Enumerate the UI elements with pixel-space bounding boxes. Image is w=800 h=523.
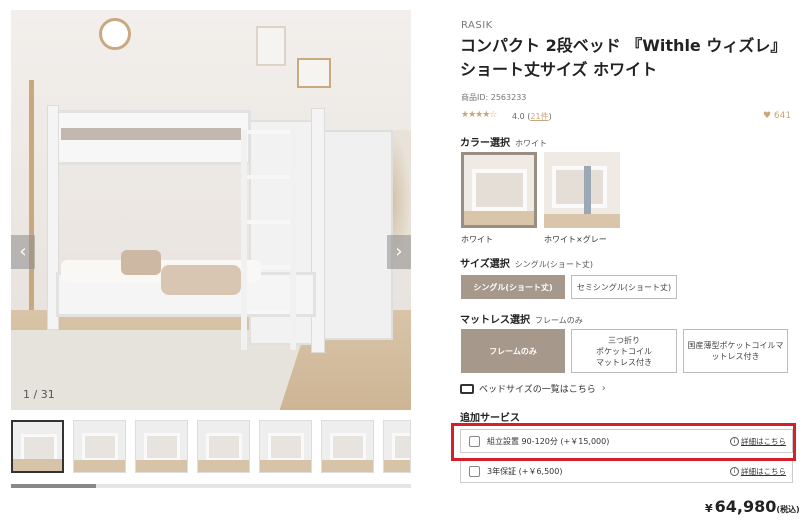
color-swatch-white-gray[interactable] bbox=[544, 152, 620, 228]
service-warranty-row[interactable]: 3年保証 (+￥6,500) i 詳細はこちら bbox=[460, 459, 793, 483]
color-section-label: カラー選択 ホワイト bbox=[460, 134, 547, 149]
mattress-option-domestic-thin[interactable]: 国産薄型ポケットコイルマ ットレス付き bbox=[683, 329, 788, 373]
size-selected: シングル(ショート丈) bbox=[514, 260, 593, 269]
size-option-single-short[interactable]: シングル(ショート丈) bbox=[461, 275, 565, 299]
mattress-section-label: マットレス選択 フレームのみ bbox=[460, 311, 583, 326]
color-option-label: ホワイト bbox=[461, 235, 493, 244]
service-detail-link[interactable]: i 詳細はこちら bbox=[730, 466, 786, 477]
rating-stars-icon: ★★★★☆ bbox=[461, 110, 497, 120]
color-selected: ホワイト bbox=[515, 139, 547, 148]
thumbnail[interactable] bbox=[135, 420, 188, 473]
thumbnail-scrollbar[interactable] bbox=[11, 484, 411, 488]
bed-icon bbox=[460, 383, 474, 394]
bunk-bed-blanket bbox=[161, 265, 241, 295]
product-gallery: ‹ › 1 / 31 bbox=[11, 10, 411, 490]
thumbnail[interactable] bbox=[259, 420, 312, 473]
thumbnail[interactable] bbox=[321, 420, 374, 473]
photo-coat-stand bbox=[29, 80, 34, 310]
price-amount: 64,980 bbox=[714, 497, 777, 516]
bed-size-list-link[interactable]: ベッドサイズの一覧はこちら › bbox=[460, 382, 606, 395]
service-checkbox[interactable] bbox=[469, 465, 480, 477]
rating-summary: 4.0 (21件) bbox=[512, 112, 552, 121]
price-currency: ¥ bbox=[705, 502, 713, 515]
product-price: ¥64,980(税込) bbox=[705, 497, 800, 516]
mattress-label: マットレス選択 bbox=[460, 315, 530, 326]
service-label: 3年保証 (+￥6,500) bbox=[487, 466, 563, 476]
services-label: 追加サービス bbox=[460, 413, 520, 424]
chevron-right-icon: › bbox=[601, 383, 606, 394]
photo-clock bbox=[99, 18, 131, 50]
size-option-semi-single-short[interactable]: セミシングル(ショート丈) bbox=[571, 275, 677, 299]
thumbnail-scrollbar-thumb[interactable] bbox=[11, 484, 96, 488]
gallery-prev-arrow-icon[interactable]: ‹ bbox=[11, 235, 35, 269]
service-detail-label: 詳細はこちら bbox=[741, 467, 786, 476]
brand-name[interactable]: RASIK bbox=[461, 20, 493, 31]
thumbnail[interactable] bbox=[11, 420, 64, 473]
mattress-option-frame-only[interactable]: フレームのみ bbox=[461, 329, 565, 373]
thumbnail[interactable] bbox=[73, 420, 126, 473]
info-icon: i bbox=[730, 467, 739, 476]
bunk-bed-end bbox=[323, 130, 393, 340]
color-option-label: ホワイト×グレー bbox=[544, 235, 607, 244]
thumbnail[interactable] bbox=[383, 420, 411, 473]
bed-size-link-label: ベッドサイズの一覧はこちら bbox=[479, 385, 596, 395]
favorite-count[interactable]: ♥ 641 bbox=[763, 111, 791, 121]
mattress-selected: フレームのみ bbox=[535, 316, 583, 325]
review-count-link[interactable]: 21件 bbox=[530, 112, 548, 121]
gallery-next-arrow-icon[interactable]: › bbox=[387, 235, 411, 269]
price-tax-note: (税込) bbox=[776, 505, 800, 514]
photo-frame bbox=[256, 26, 286, 66]
mattress-option-trifold[interactable]: 三つ折り ポケットコイル マットレス付き bbox=[571, 329, 677, 373]
thumbnail[interactable] bbox=[197, 420, 250, 473]
size-section-label: サイズ選択 シングル(ショート丈) bbox=[460, 255, 593, 270]
color-label: カラー選択 bbox=[460, 138, 510, 149]
rating-value: 4.0 bbox=[512, 112, 525, 121]
thumbnail-strip bbox=[11, 420, 411, 484]
product-title: コンパクト 2段ベッド 『Withle ウィズレ』 ショート丈サイズ ホワイト bbox=[460, 36, 787, 79]
color-swatch-white[interactable] bbox=[461, 152, 537, 228]
bunk-bed-ladder bbox=[241, 130, 296, 350]
gallery-counter: 1 / 31 bbox=[23, 388, 55, 401]
product-id: 商品ID: 2563233 bbox=[461, 93, 527, 102]
size-label: サイズ選択 bbox=[460, 259, 510, 270]
bunk-bed-pillow bbox=[121, 250, 161, 275]
highlight-annotation-box bbox=[451, 423, 796, 461]
bunk-bed-upper-rail bbox=[61, 128, 241, 140]
main-product-image[interactable]: ‹ › 1 / 31 bbox=[11, 10, 411, 410]
photo-frame bbox=[297, 58, 331, 88]
